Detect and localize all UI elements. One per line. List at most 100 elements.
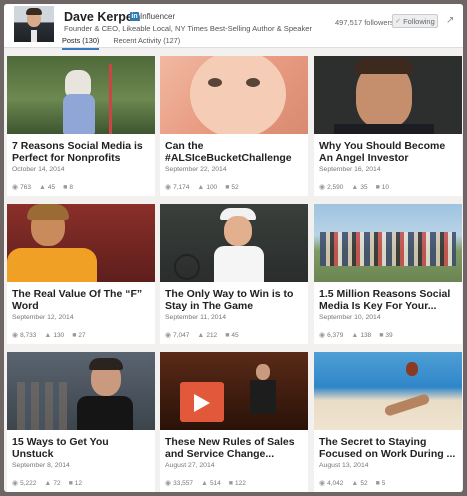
views-count: 7,047: [173, 331, 190, 339]
influencer-badge: in Influencer: [130, 12, 175, 21]
views-count: 763: [20, 183, 31, 191]
comment-icon: ■: [375, 479, 380, 487]
comment-icon: ■: [228, 479, 234, 487]
post-thumbnail[interactable]: [314, 204, 462, 282]
likes-count: 138: [360, 331, 372, 339]
post-date: September 10, 2014: [319, 314, 381, 321]
post-card[interactable]: Why You Should Become An Angel Investor …: [314, 56, 462, 196]
post-card[interactable]: These New Rules of Sales and Service Cha…: [160, 352, 308, 492]
profile-posts-page: Dave Kerpen in Influencer Founder & CEO,…: [4, 4, 463, 492]
comments-count: 5: [381, 479, 386, 487]
post-thumbnail[interactable]: [7, 56, 155, 134]
views-count: 7,174: [173, 183, 190, 191]
thumbs-up-icon: ▲: [351, 331, 359, 339]
post-card[interactable]: The Only Way to Win is to Stay in The Ga…: [160, 204, 308, 344]
post-thumbnail[interactable]: [7, 204, 155, 282]
comment-icon: ■: [225, 183, 230, 191]
views-count: 6,379: [327, 331, 344, 339]
post-title[interactable]: The Real Value Of The “F” Word: [12, 288, 152, 312]
likes-count: 52: [360, 479, 368, 487]
following-button-label: Following: [403, 16, 435, 26]
views-count: 33,557: [173, 479, 193, 487]
post-stats: ◉ 7,047 ▲ 212 ■ 45: [165, 331, 239, 340]
profile-name[interactable]: Dave Kerpen: [64, 10, 140, 24]
profile-tabs: Posts (130) Recent Activity (127): [62, 36, 180, 50]
post-card[interactable]: 15 Ways to Get You Unstuck September 8, …: [7, 352, 155, 492]
post-thumbnail[interactable]: [160, 56, 308, 134]
post-date: August 13, 2014: [319, 462, 369, 469]
post-thumbnail[interactable]: [160, 352, 308, 430]
comments-count: 45: [231, 331, 239, 339]
eye-icon: ◉: [165, 332, 172, 339]
avatar[interactable]: [14, 6, 54, 42]
comments-count: 39: [385, 331, 393, 339]
eye-icon: ◉: [12, 332, 19, 339]
thumbs-up-icon: ▲: [201, 479, 208, 487]
eye-icon: ◉: [12, 184, 19, 191]
post-title[interactable]: 7 Reasons Social Media is Perfect for No…: [12, 140, 152, 164]
post-thumbnail[interactable]: [160, 204, 308, 282]
post-stats: ◉ 8,733 ▲ 130 ■ 27: [12, 331, 86, 340]
comments-count: 27: [78, 331, 86, 339]
comment-icon: ■: [72, 331, 77, 339]
post-card[interactable]: 7 Reasons Social Media is Perfect for No…: [7, 56, 155, 196]
post-title[interactable]: 15 Ways to Get You Unstuck: [12, 436, 152, 460]
eye-icon: ◉: [319, 332, 326, 339]
thumbs-up-icon: ▲: [38, 183, 46, 191]
eye-icon: ◉: [165, 480, 172, 487]
profile-headline: Founder & CEO, Likeable Local, NY Times …: [64, 24, 313, 33]
comments-count: 122: [235, 479, 246, 487]
likes-count: 130: [53, 331, 65, 339]
post-card[interactable]: 1.5 Million Reasons Social Media Is Key …: [314, 204, 462, 344]
post-thumbnail[interactable]: [314, 352, 462, 430]
comments-count: 12: [74, 479, 83, 487]
eye-icon: ◉: [319, 184, 326, 191]
comment-icon: ■: [375, 183, 380, 191]
views-count: 2,590: [327, 183, 344, 191]
post-title[interactable]: The Only Way to Win is to Stay in The Ga…: [165, 288, 305, 312]
post-card[interactable]: The Real Value Of The “F” Word September…: [7, 204, 155, 344]
post-date: October 14, 2014: [12, 166, 65, 173]
following-button[interactable]: ✓ Following: [392, 14, 438, 28]
likes-count: 72: [53, 479, 61, 487]
post-stats: ◉ 4,042 ▲ 52 ■ 5: [319, 479, 386, 488]
views-count: 4,042: [327, 479, 344, 487]
tab-posts[interactable]: Posts (130): [62, 36, 100, 50]
badge-label: Influencer: [140, 12, 176, 21]
post-date: September 8, 2014: [12, 462, 70, 469]
thumbs-up-icon: ▲: [44, 331, 52, 339]
post-title[interactable]: These New Rules of Sales and Service Cha…: [165, 436, 305, 460]
views-count: 8,733: [20, 331, 37, 339]
post-card[interactable]: Can the #ALSIceBucketChallenge September…: [160, 56, 308, 196]
comment-icon: ■: [68, 479, 73, 487]
comments-count: 10: [381, 183, 390, 191]
post-stats: ◉ 763 ▲ 45 ■ 8: [12, 183, 73, 192]
post-date: September 22, 2014: [165, 166, 227, 173]
checkmark-icon: ✓: [395, 18, 402, 25]
thumbs-up-icon: ▲: [44, 479, 52, 487]
share-icon[interactable]: ↗: [446, 15, 454, 26]
follower-count: 497,517 followers: [335, 18, 394, 27]
post-title[interactable]: 1.5 Million Reasons Social Media Is Key …: [319, 288, 459, 312]
post-title[interactable]: The Secret to Staying Focused on Work Du…: [319, 436, 459, 460]
post-card[interactable]: The Secret to Staying Focused on Work Du…: [314, 352, 462, 492]
thumbs-up-icon: ▲: [351, 183, 359, 191]
eye-icon: ◉: [319, 480, 326, 487]
tab-recent-activity[interactable]: Recent Activity (127): [113, 36, 180, 50]
post-date: September 11, 2014: [165, 314, 227, 321]
profile-header: Dave Kerpen in Influencer Founder & CEO,…: [4, 4, 463, 50]
thumbs-up-icon: ▲: [197, 183, 205, 191]
post-title[interactable]: Can the #ALSIceBucketChallenge: [165, 140, 305, 164]
comments-count: 8: [69, 183, 73, 191]
comments-count: 52: [231, 183, 239, 191]
likes-count: 35: [360, 183, 368, 191]
comment-icon: ■: [225, 331, 230, 339]
post-stats: ◉ 7,174 ▲ 100 ■ 52: [165, 183, 239, 192]
post-thumbnail[interactable]: [7, 352, 155, 430]
post-title[interactable]: Why You Should Become An Angel Investor: [319, 140, 459, 164]
post-stats: ◉ 33,557 ▲ 514 ■ 122: [165, 479, 246, 488]
post-stats: ◉ 2,590 ▲ 35 ■ 10: [319, 183, 390, 192]
post-thumbnail[interactable]: [314, 56, 462, 134]
post-stats: ◉ 6,379 ▲ 138 ■ 39: [319, 331, 393, 340]
comment-icon: ■: [63, 183, 68, 191]
